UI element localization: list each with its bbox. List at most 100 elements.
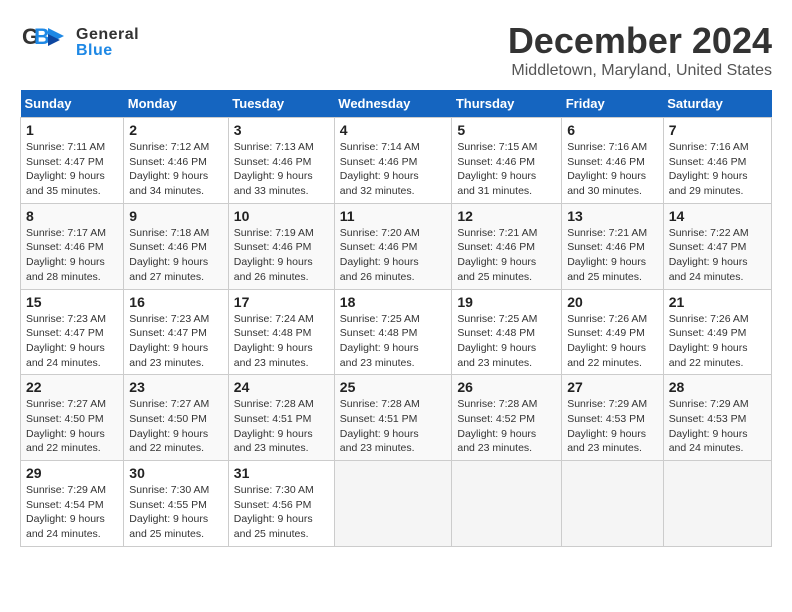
day-number: 26 xyxy=(457,379,556,395)
svg-text:B: B xyxy=(34,24,50,49)
day-number: 27 xyxy=(567,379,658,395)
calendar-day-cell: 2 Sunrise: 7:12 AM Sunset: 4:46 PM Dayli… xyxy=(124,118,229,204)
day-number: 19 xyxy=(457,294,556,310)
day-number: 3 xyxy=(234,122,329,138)
day-info: Sunrise: 7:16 AM Sunset: 4:46 PM Dayligh… xyxy=(567,140,658,199)
day-number: 22 xyxy=(26,379,118,395)
calendar-day-cell: 13 Sunrise: 7:21 AM Sunset: 4:46 PM Dayl… xyxy=(562,203,664,289)
day-number: 17 xyxy=(234,294,329,310)
calendar-week-row: 1 Sunrise: 7:11 AM Sunset: 4:47 PM Dayli… xyxy=(21,118,772,204)
logo-blue-text: Blue xyxy=(76,42,139,60)
day-info: Sunrise: 7:23 AM Sunset: 4:47 PM Dayligh… xyxy=(129,312,223,371)
calendar-day-cell: 30 Sunrise: 7:30 AM Sunset: 4:55 PM Dayl… xyxy=(124,461,229,547)
calendar-day-cell: 19 Sunrise: 7:25 AM Sunset: 4:48 PM Dayl… xyxy=(452,289,562,375)
day-info: Sunrise: 7:26 AM Sunset: 4:49 PM Dayligh… xyxy=(567,312,658,371)
calendar-day-cell xyxy=(562,461,664,547)
calendar-week-row: 29 Sunrise: 7:29 AM Sunset: 4:54 PM Dayl… xyxy=(21,461,772,547)
title-area: December 2024 Middletown, Maryland, Unit… xyxy=(508,20,772,80)
calendar-week-row: 8 Sunrise: 7:17 AM Sunset: 4:46 PM Dayli… xyxy=(21,203,772,289)
day-number: 21 xyxy=(669,294,766,310)
col-monday: Monday xyxy=(124,90,229,118)
day-number: 14 xyxy=(669,208,766,224)
calendar-day-cell: 21 Sunrise: 7:26 AM Sunset: 4:49 PM Dayl… xyxy=(663,289,771,375)
day-info: Sunrise: 7:21 AM Sunset: 4:46 PM Dayligh… xyxy=(567,226,658,285)
day-number: 18 xyxy=(340,294,447,310)
col-friday: Friday xyxy=(562,90,664,118)
calendar-day-cell: 20 Sunrise: 7:26 AM Sunset: 4:49 PM Dayl… xyxy=(562,289,664,375)
calendar-day-cell: 24 Sunrise: 7:28 AM Sunset: 4:51 PM Dayl… xyxy=(228,375,334,461)
day-info: Sunrise: 7:30 AM Sunset: 4:56 PM Dayligh… xyxy=(234,483,329,542)
calendar-table: Sunday Monday Tuesday Wednesday Thursday… xyxy=(20,90,772,547)
calendar-day-cell: 17 Sunrise: 7:24 AM Sunset: 4:48 PM Dayl… xyxy=(228,289,334,375)
day-number: 8 xyxy=(26,208,118,224)
calendar-day-cell: 14 Sunrise: 7:22 AM Sunset: 4:47 PM Dayl… xyxy=(663,203,771,289)
day-number: 10 xyxy=(234,208,329,224)
day-number: 11 xyxy=(340,208,447,224)
day-info: Sunrise: 7:17 AM Sunset: 4:46 PM Dayligh… xyxy=(26,226,118,285)
calendar-day-cell: 31 Sunrise: 7:30 AM Sunset: 4:56 PM Dayl… xyxy=(228,461,334,547)
day-info: Sunrise: 7:29 AM Sunset: 4:53 PM Dayligh… xyxy=(567,397,658,456)
day-number: 24 xyxy=(234,379,329,395)
day-info: Sunrise: 7:28 AM Sunset: 4:52 PM Dayligh… xyxy=(457,397,556,456)
calendar-day-cell xyxy=(663,461,771,547)
day-info: Sunrise: 7:16 AM Sunset: 4:46 PM Dayligh… xyxy=(669,140,766,199)
day-number: 6 xyxy=(567,122,658,138)
day-number: 20 xyxy=(567,294,658,310)
day-number: 30 xyxy=(129,465,223,481)
col-saturday: Saturday xyxy=(663,90,771,118)
logo: G B General Blue xyxy=(20,20,139,65)
logo-name: General Blue xyxy=(76,26,139,60)
calendar-day-cell: 8 Sunrise: 7:17 AM Sunset: 4:46 PM Dayli… xyxy=(21,203,124,289)
col-sunday: Sunday xyxy=(21,90,124,118)
calendar-day-cell xyxy=(452,461,562,547)
day-info: Sunrise: 7:23 AM Sunset: 4:47 PM Dayligh… xyxy=(26,312,118,371)
day-number: 7 xyxy=(669,122,766,138)
calendar-week-row: 22 Sunrise: 7:27 AM Sunset: 4:50 PM Dayl… xyxy=(21,375,772,461)
day-info: Sunrise: 7:19 AM Sunset: 4:46 PM Dayligh… xyxy=(234,226,329,285)
calendar-day-cell: 6 Sunrise: 7:16 AM Sunset: 4:46 PM Dayli… xyxy=(562,118,664,204)
day-info: Sunrise: 7:15 AM Sunset: 4:46 PM Dayligh… xyxy=(457,140,556,199)
calendar-day-cell: 3 Sunrise: 7:13 AM Sunset: 4:46 PM Dayli… xyxy=(228,118,334,204)
calendar-day-cell: 28 Sunrise: 7:29 AM Sunset: 4:53 PM Dayl… xyxy=(663,375,771,461)
day-number: 2 xyxy=(129,122,223,138)
day-number: 5 xyxy=(457,122,556,138)
day-info: Sunrise: 7:13 AM Sunset: 4:46 PM Dayligh… xyxy=(234,140,329,199)
calendar-day-cell: 27 Sunrise: 7:29 AM Sunset: 4:53 PM Dayl… xyxy=(562,375,664,461)
calendar-week-row: 15 Sunrise: 7:23 AM Sunset: 4:47 PM Dayl… xyxy=(21,289,772,375)
calendar-day-cell: 4 Sunrise: 7:14 AM Sunset: 4:46 PM Dayli… xyxy=(334,118,452,204)
day-info: Sunrise: 7:25 AM Sunset: 4:48 PM Dayligh… xyxy=(340,312,447,371)
calendar-day-cell: 9 Sunrise: 7:18 AM Sunset: 4:46 PM Dayli… xyxy=(124,203,229,289)
day-info: Sunrise: 7:27 AM Sunset: 4:50 PM Dayligh… xyxy=(26,397,118,456)
calendar-day-cell: 10 Sunrise: 7:19 AM Sunset: 4:46 PM Dayl… xyxy=(228,203,334,289)
day-info: Sunrise: 7:22 AM Sunset: 4:47 PM Dayligh… xyxy=(669,226,766,285)
col-thursday: Thursday xyxy=(452,90,562,118)
day-number: 13 xyxy=(567,208,658,224)
day-number: 29 xyxy=(26,465,118,481)
day-info: Sunrise: 7:29 AM Sunset: 4:54 PM Dayligh… xyxy=(26,483,118,542)
day-number: 28 xyxy=(669,379,766,395)
day-number: 4 xyxy=(340,122,447,138)
calendar-day-cell: 5 Sunrise: 7:15 AM Sunset: 4:46 PM Dayli… xyxy=(452,118,562,204)
calendar-day-cell: 1 Sunrise: 7:11 AM Sunset: 4:47 PM Dayli… xyxy=(21,118,124,204)
logo-icon: G B xyxy=(20,20,70,65)
day-info: Sunrise: 7:11 AM Sunset: 4:47 PM Dayligh… xyxy=(26,140,118,199)
day-number: 12 xyxy=(457,208,556,224)
day-info: Sunrise: 7:18 AM Sunset: 4:46 PM Dayligh… xyxy=(129,226,223,285)
calendar-day-cell: 15 Sunrise: 7:23 AM Sunset: 4:47 PM Dayl… xyxy=(21,289,124,375)
day-info: Sunrise: 7:30 AM Sunset: 4:55 PM Dayligh… xyxy=(129,483,223,542)
calendar-day-cell: 11 Sunrise: 7:20 AM Sunset: 4:46 PM Dayl… xyxy=(334,203,452,289)
day-info: Sunrise: 7:20 AM Sunset: 4:46 PM Dayligh… xyxy=(340,226,447,285)
calendar-day-cell: 7 Sunrise: 7:16 AM Sunset: 4:46 PM Dayli… xyxy=(663,118,771,204)
day-number: 31 xyxy=(234,465,329,481)
month-title: December 2024 xyxy=(508,20,772,62)
day-info: Sunrise: 7:21 AM Sunset: 4:46 PM Dayligh… xyxy=(457,226,556,285)
day-number: 25 xyxy=(340,379,447,395)
day-number: 1 xyxy=(26,122,118,138)
day-info: Sunrise: 7:29 AM Sunset: 4:53 PM Dayligh… xyxy=(669,397,766,456)
col-tuesday: Tuesday xyxy=(228,90,334,118)
day-info: Sunrise: 7:12 AM Sunset: 4:46 PM Dayligh… xyxy=(129,140,223,199)
calendar-header-row: Sunday Monday Tuesday Wednesday Thursday… xyxy=(21,90,772,118)
day-info: Sunrise: 7:14 AM Sunset: 4:46 PM Dayligh… xyxy=(340,140,447,199)
calendar-day-cell: 25 Sunrise: 7:28 AM Sunset: 4:51 PM Dayl… xyxy=(334,375,452,461)
day-info: Sunrise: 7:24 AM Sunset: 4:48 PM Dayligh… xyxy=(234,312,329,371)
